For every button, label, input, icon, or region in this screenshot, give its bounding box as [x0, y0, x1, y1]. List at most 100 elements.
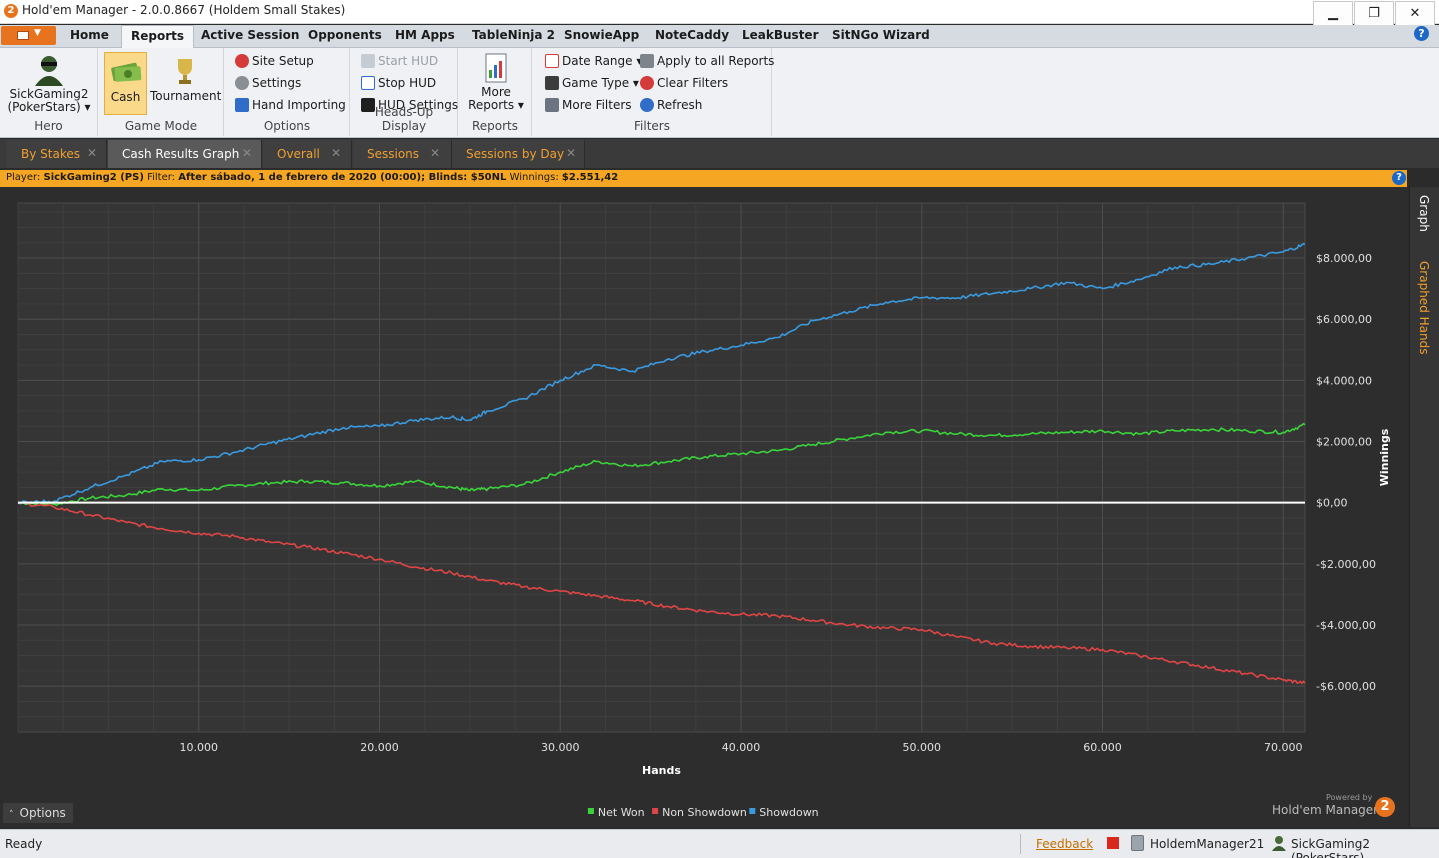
x-tick-label: 50.000 [903, 741, 942, 754]
more-reports-button[interactable]: More Reports ▾ [465, 52, 527, 116]
settings-button[interactable]: Settings [235, 76, 301, 90]
menu-tab-notecaddy[interactable]: NoteCaddy [655, 28, 729, 42]
database-name[interactable]: HoldemManager21 [1150, 837, 1264, 851]
menu-tab-reports[interactable]: Reports [121, 25, 195, 49]
tab-label: By Stakes [21, 147, 80, 161]
refresh-button[interactable]: Refresh [640, 98, 702, 112]
group-label-hud: Heads-Up Display [374, 105, 434, 133]
cash-mode-button[interactable]: Cash [104, 52, 147, 115]
trophy-icon [178, 59, 192, 84]
site-setup-button[interactable]: Site Setup [235, 54, 314, 68]
hero-site: (PokerStars) ▾ [7, 100, 91, 114]
legend-swatch [749, 808, 756, 814]
refresh-label: Refresh [657, 98, 703, 112]
stop-hud-button[interactable]: Stop HUD [361, 76, 436, 90]
chevron-down-icon: ▼ [34, 28, 41, 38]
options-button[interactable]: ˄ Options [3, 803, 73, 823]
flag-icon[interactable] [1107, 837, 1119, 849]
filter-value: After sábado, 1 de febrero de 2020 (00:0… [178, 172, 507, 183]
close-icon[interactable]: ✕ [87, 146, 97, 160]
site-setup-label: Site Setup [252, 54, 314, 68]
active-player[interactable]: SickGaming2 (PokerStars) [1291, 837, 1439, 858]
tab-by-stakes[interactable]: By Stakes ✕ [7, 140, 107, 168]
x-axis-label: Hands [642, 764, 681, 777]
group-label-options: Options [263, 119, 311, 133]
minimize-button[interactable]: ▁ [1313, 1, 1353, 27]
y-tick-label: -$4.000,00 [1316, 619, 1376, 632]
menu-tab-home[interactable]: Home [70, 28, 109, 42]
menu-tab-hm-apps[interactable]: HM Apps [395, 28, 455, 42]
more-filters-label: More Filters [562, 98, 632, 112]
tab-sessions[interactable]: Sessions ✕ [353, 140, 452, 168]
gear-icon [235, 76, 249, 90]
hand-importing-button[interactable]: Hand Importing [235, 98, 346, 112]
clear-icon [640, 76, 654, 90]
close-icon[interactable]: ✕ [566, 146, 576, 160]
tab-cash-results-graph[interactable]: Cash Results Graph ✕ [108, 140, 262, 168]
hand-importing-label: Hand Importing [252, 98, 346, 112]
legend-label: Non Showdown [662, 806, 747, 819]
y-tick-label: $8.000,00 [1316, 252, 1372, 265]
ribbon-group-hero: SickGaming2 (PokerStars) ▾ Hero [0, 48, 98, 136]
stop-hud-label: Stop HUD [378, 76, 437, 90]
ribbon-group-game-mode: Cash Tournament Game Mode [99, 48, 224, 136]
menu-tab-sitngo-wizard[interactable]: SitNGo Wizard [832, 28, 930, 42]
report-info-bar: Player: SickGaming2 (PS) Filter: After s… [0, 170, 1407, 187]
tab-label: Overall [277, 147, 320, 161]
legend-label: Net Won [598, 806, 645, 819]
start-hud-button[interactable]: Start HUD [361, 54, 438, 68]
x-tick-label: 10.000 [180, 741, 219, 754]
group-label-hero: Hero [34, 119, 63, 133]
clear-filters-label: Clear Filters [657, 76, 729, 90]
menu-tab-tableninja[interactable]: TableNinja 2 [472, 28, 555, 42]
game-type-dropdown[interactable]: Game Type ▾ [545, 76, 639, 90]
brand-name: Hold'em Manager [1272, 803, 1379, 817]
chevron-up-icon: ˄ [9, 810, 14, 820]
y-tick-label: $0,00 [1316, 497, 1348, 510]
powered-by-text: Powered by [1326, 793, 1373, 802]
application-menu-button[interactable]: ▼ [1, 26, 56, 45]
group-label-game-mode: Game Mode [124, 119, 198, 133]
database-icon [1131, 835, 1144, 851]
y-tick-label: -$6.000,00 [1316, 680, 1376, 693]
close-icon[interactable]: ✕ [331, 146, 341, 160]
side-tab-graphed-hands[interactable]: Graphed Hands [1417, 261, 1431, 354]
apply-to-all-reports-button[interactable]: Apply to all Reports [640, 54, 774, 68]
tab-label: Sessions by Day [466, 147, 565, 161]
more-filters-button[interactable]: More Filters [545, 98, 632, 112]
ribbon-group-filters: Date Range ▾ Game Type ▾ More Filters Ap… [533, 48, 774, 136]
clear-filters-button[interactable]: Clear Filters [640, 76, 728, 90]
menu-tab-snowieapp[interactable]: SnowieApp [564, 28, 639, 42]
menu-tab-leakbuster[interactable]: LeakBuster [742, 28, 819, 42]
date-range-dropdown[interactable]: Date Range ▾ [545, 54, 642, 68]
side-tab-graph[interactable]: Graph [1417, 195, 1431, 232]
hero-avatar-icon [35, 56, 63, 86]
close-icon[interactable]: ✕ [430, 146, 440, 160]
close-icon[interactable]: ✕ [242, 146, 252, 160]
tournament-mode-button[interactable]: Tournament [150, 52, 221, 115]
date-range-label: Date Range ▾ [562, 54, 643, 68]
menu-tab-active-session[interactable]: Active Session [201, 28, 299, 42]
x-tick-label: 40.000 [722, 741, 761, 754]
maximize-button[interactable]: ❐ [1354, 1, 1394, 27]
stop-icon [361, 76, 375, 90]
status-separator [1020, 834, 1021, 854]
app-logo-icon: 2 [4, 4, 18, 18]
cards-icon [545, 76, 559, 90]
winnings-label: Winnings: [509, 172, 559, 183]
menu-tab-opponents[interactable]: Opponents [308, 28, 382, 42]
ribbon: SickGaming2 (PokerStars) ▾ Hero Cash Tou… [0, 48, 1439, 138]
help-icon[interactable]: ? [1392, 171, 1406, 185]
filter-label: Filter: [147, 172, 176, 183]
legend-swatch [587, 808, 594, 814]
hero-selector[interactable]: SickGaming2 (PokerStars) ▾ [6, 52, 92, 120]
x-tick-label: 70.000 [1264, 741, 1303, 754]
tab-overall[interactable]: Overall ✕ [263, 140, 352, 168]
close-button[interactable]: ✕ [1395, 1, 1435, 27]
cash-label: Cash [110, 90, 141, 104]
ribbon-group-options: Site Setup Settings Hand Importing Optio… [225, 48, 350, 136]
help-icon[interactable]: ? [1414, 26, 1429, 41]
feedback-link[interactable]: Feedback [1036, 837, 1093, 851]
tab-sessions-by-day[interactable]: Sessions by Day ✕ [452, 140, 585, 168]
group-label-filters: Filters [634, 119, 670, 133]
